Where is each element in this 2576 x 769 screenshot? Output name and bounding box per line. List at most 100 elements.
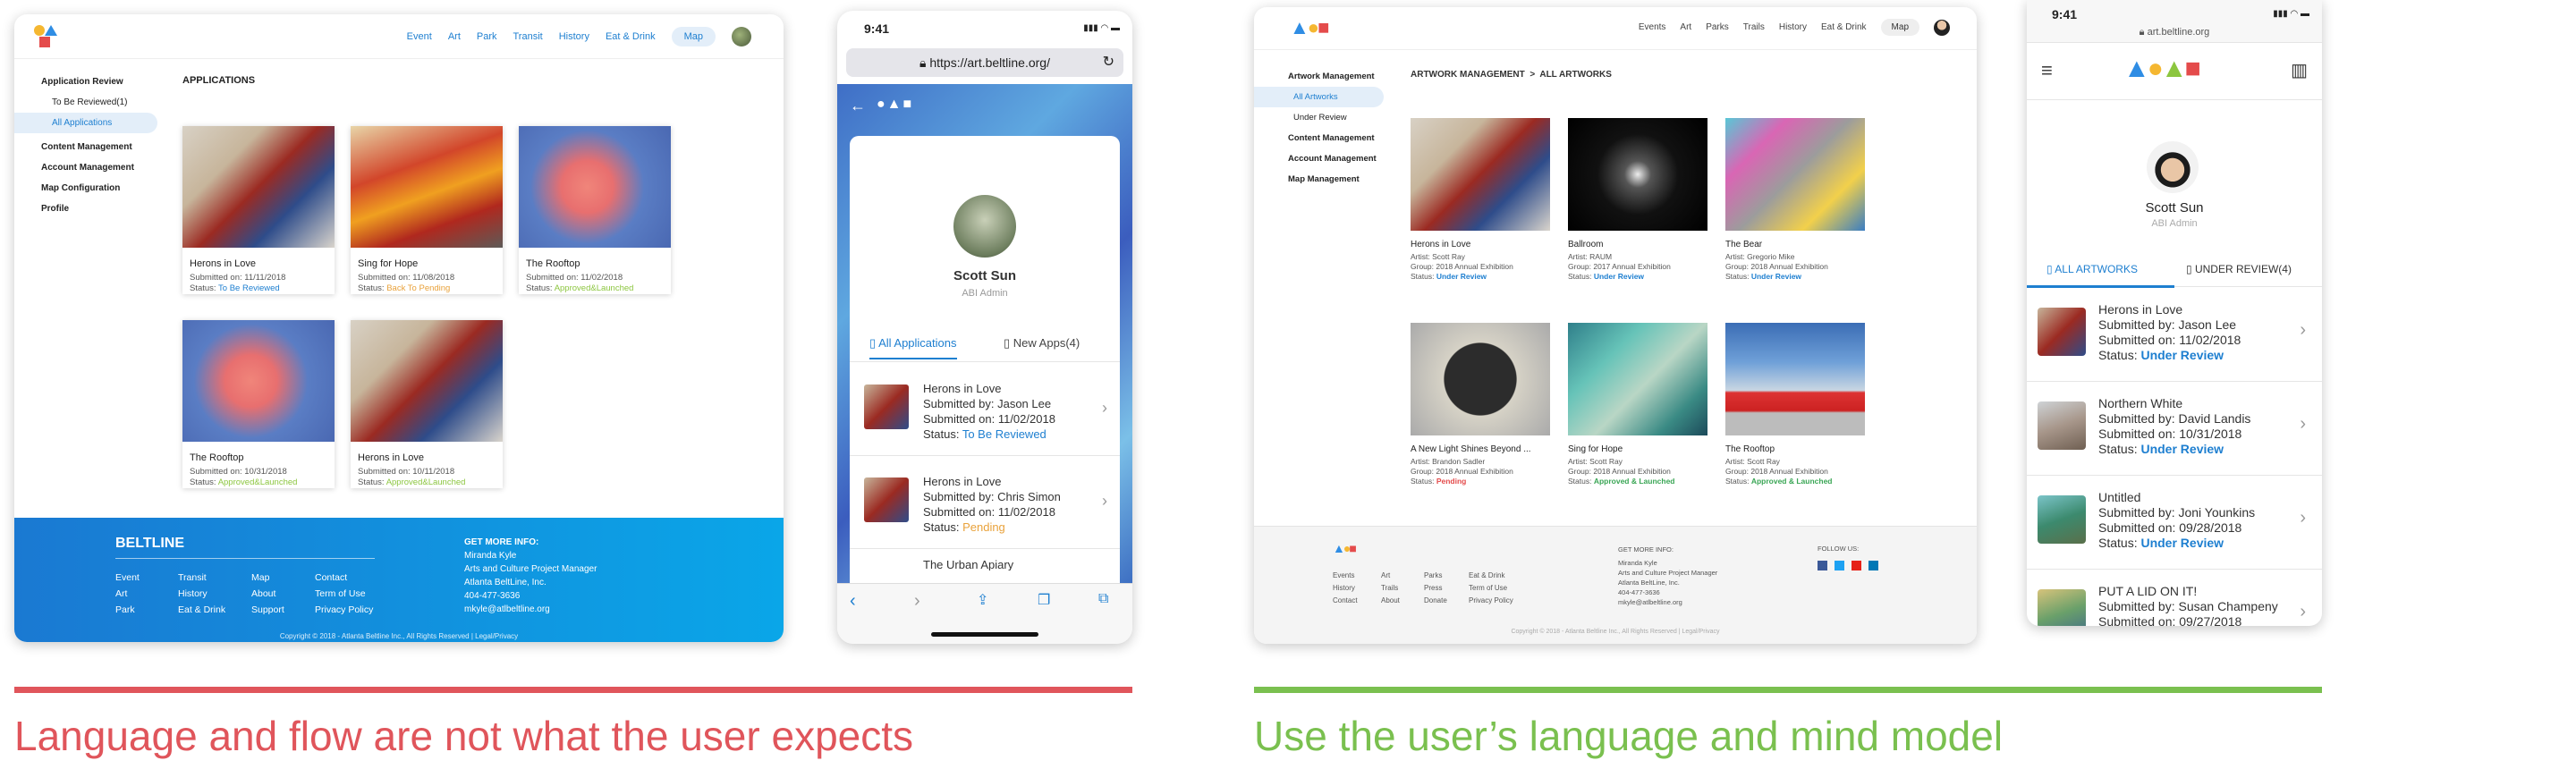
sidebar-account-management[interactable]: Account Management	[14, 157, 166, 178]
list-item[interactable]: Northern White Submitted by: David Landis…	[2027, 382, 2322, 476]
artwork-item[interactable]: The Rooftop Artist: Scott Ray Group: 2018…	[1725, 323, 1865, 486]
bookmarks-icon[interactable]: ❐	[1038, 591, 1050, 609]
footer-link[interactable]: Map	[251, 570, 284, 586]
footer-link[interactable]: Privacy Policy	[315, 602, 373, 618]
tabs-icon[interactable]: ⧉	[1098, 591, 1108, 607]
artwork-item[interactable]: A New Light Shines Beyond ... Artist: Br…	[1411, 323, 1550, 486]
footer-link[interactable]: History	[178, 586, 225, 602]
avatar[interactable]	[1934, 19, 1950, 36]
list-item[interactable]: Herons in Love Submitted by: Chris Simon S…	[850, 456, 1120, 549]
footer-link[interactable]: Privacy Policy	[1469, 595, 1513, 607]
footer-link[interactable]: Term of Use	[1469, 582, 1513, 595]
back-arrow-icon[interactable]: ←	[850, 97, 866, 115]
footer-link[interactable]: Contact	[1333, 595, 1358, 607]
footer-link[interactable]: Art	[115, 586, 140, 602]
artwork-item[interactable]: Herons in Love Artist: Scott Ray Group: 2…	[1411, 118, 1550, 282]
application-card[interactable]: The Rooftop Submitted on: 10/31/2018 Sta…	[182, 320, 335, 488]
footer-link[interactable]: Park	[115, 602, 140, 618]
artwork-thumbnail	[864, 384, 909, 429]
logo[interactable]	[34, 25, 57, 48]
nav-history[interactable]: History	[559, 31, 589, 42]
chevron-right-icon: ›	[2300, 320, 2306, 340]
artwork-item[interactable]: Sing for Hope Artist: Scott Ray Group: 20…	[1568, 323, 1707, 486]
hamburger-menu-icon[interactable]: ≡	[2041, 59, 2053, 82]
nav-events[interactable]: Events	[1639, 22, 1666, 32]
sidebar-artwork-management[interactable]: Artwork Management	[1254, 66, 1388, 87]
list-item[interactable]: Untitled Submitted by: Joni Younkins Submi…	[2027, 476, 2322, 570]
nav-park[interactable]: Park	[477, 31, 497, 42]
application-card[interactable]: Herons in Love Submitted on: 11/11/2018 …	[182, 126, 335, 294]
footer-link[interactable]: Term of Use	[315, 586, 373, 602]
nav-transit[interactable]: Transit	[513, 31, 543, 42]
footer-link[interactable]: Events	[1333, 570, 1358, 582]
sidebar-map-configuration[interactable]: Map Configuration	[14, 178, 166, 199]
status-time: 9:41	[864, 21, 890, 36]
sidebar-account-management[interactable]: Account Management	[1254, 148, 1388, 169]
share-icon[interactable]: ⇪	[977, 591, 988, 609]
footer-link[interactable]: Transit	[178, 570, 225, 586]
tab-all-applications[interactable]: ▯ All Applications	[869, 336, 957, 359]
nav-trails[interactable]: Trails	[1743, 22, 1765, 32]
address-text[interactable]: 🔒︎ art.beltline.org	[2027, 27, 2322, 38]
linkedin-icon[interactable]	[1868, 561, 1878, 570]
twitter-icon[interactable]	[1835, 561, 1844, 570]
map-button[interactable]: Map	[671, 27, 716, 46]
tab-new-apps[interactable]: ▯ New Apps(4)	[1004, 336, 1080, 351]
document-icon: ▯	[1004, 336, 1011, 350]
sidebar-profile[interactable]: Profile	[14, 199, 166, 219]
list-item[interactable]: Herons in Love Submitted by: Jason Lee Sub…	[850, 363, 1120, 456]
footer-link[interactable]: Art	[1381, 570, 1400, 582]
sidebar-content-management[interactable]: Content Management	[1254, 128, 1388, 148]
reload-icon[interactable]: ↻	[1103, 48, 1114, 77]
nav-art[interactable]: Art	[448, 31, 461, 42]
footer-link[interactable]: Eat & Drink	[178, 602, 225, 618]
facebook-icon[interactable]	[1818, 561, 1827, 570]
sidebar-map-management[interactable]: Map Management	[1254, 169, 1388, 190]
footer-link[interactable]: Eat & Drink	[1469, 570, 1513, 582]
footer-link[interactable]: Parks	[1424, 570, 1447, 582]
sidebar-content-management[interactable]: Content Management	[14, 137, 166, 157]
forward-icon[interactable]: ›	[914, 591, 920, 612]
user-name: Scott Sun	[953, 268, 1016, 283]
footer-link[interactable]: Event	[115, 570, 140, 586]
nav-history[interactable]: History	[1779, 22, 1807, 32]
item-text: Herons in Love Submitted by: Chris Simon S…	[923, 475, 1061, 534]
footer-link[interactable]: Support	[251, 602, 284, 618]
artwork-item[interactable]: The Bear Artist: Gregorio Mike Group: 201…	[1725, 118, 1865, 282]
avatar[interactable]	[732, 27, 751, 46]
sidebar-all-applications[interactable]: All Applications	[14, 113, 157, 133]
list-item-partial[interactable]: The Urban Apiary	[923, 558, 1013, 570]
tab-all-artworks[interactable]: ▯ ALL ARTWORKS	[2046, 263, 2138, 275]
footer-link[interactable]: About	[251, 586, 284, 602]
logo[interactable]: ▲●■	[1290, 16, 1329, 39]
sidebar-all-artworks[interactable]: All Artworks	[1254, 87, 1384, 107]
nav-event[interactable]: Event	[407, 31, 432, 42]
footer-link[interactable]: Contact	[315, 570, 373, 586]
footer-link[interactable]: Trails	[1381, 582, 1400, 595]
application-card[interactable]: The Rooftop Submitted on: 11/02/2018 Sta…	[519, 126, 671, 294]
list-item[interactable]: Herons in Love Submitted by: Jason Lee Sub…	[2027, 288, 2322, 382]
footer-link[interactable]: Press	[1424, 582, 1447, 595]
footer-link[interactable]: About	[1381, 595, 1400, 607]
sidebar-under-review[interactable]: Under Review	[1254, 107, 1388, 128]
sidebar-application-review[interactable]: Application Review	[14, 72, 166, 92]
artwork-item[interactable]: Ballroom Artist: RAUM Group: 2017 Annual …	[1568, 118, 1707, 282]
nav-eat-drink[interactable]: Eat & Drink	[1821, 22, 1867, 32]
application-card[interactable]: Herons in Love Submitted on: 10/11/2018 …	[351, 320, 503, 488]
list-item[interactable]: PUT A LID ON IT! Submitted by: Susan Cham…	[2027, 570, 2322, 626]
address-bar[interactable]: 🔒︎ https://art.beltline.org/ ↻	[846, 48, 1123, 77]
bad-phone: 9:41 ▮▮▮ ◠ ▬ 🔒︎ https://art.beltline.org…	[837, 11, 1132, 644]
nav-art[interactable]: Art	[1680, 22, 1691, 32]
footer-link[interactable]: History	[1333, 582, 1358, 595]
nav-eat-drink[interactable]: Eat & Drink	[606, 31, 656, 42]
chevron-right-icon: ›	[1102, 492, 1107, 510]
map-book-icon[interactable]: ▥	[2291, 59, 2308, 81]
nav-parks[interactable]: Parks	[1706, 22, 1729, 32]
footer-link[interactable]: Donate	[1424, 595, 1447, 607]
application-card[interactable]: Sing for Hope Submitted on: 11/08/2018 S…	[351, 126, 503, 294]
tab-under-review[interactable]: ▯ UNDER REVIEW(4)	[2186, 263, 2292, 275]
sidebar-to-be-reviewed[interactable]: To Be Reviewed(1)	[14, 92, 166, 113]
youtube-icon[interactable]	[1852, 561, 1861, 570]
map-button[interactable]: Map	[1880, 19, 1919, 36]
back-icon[interactable]: ‹	[850, 591, 856, 612]
